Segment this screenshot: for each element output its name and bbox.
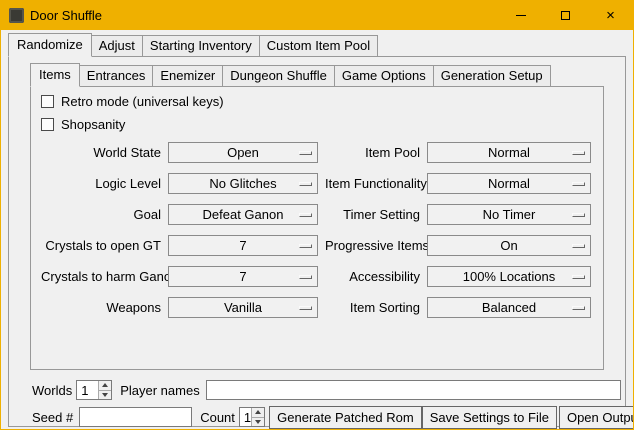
spin-up-button[interactable] — [99, 381, 111, 390]
worlds-row: Worlds 1 Player names — [32, 379, 623, 401]
goal-label: Goal — [41, 207, 161, 222]
spin-down-button[interactable] — [252, 417, 264, 427]
dropdown-indicator-icon — [299, 151, 312, 155]
count-label: Count — [200, 410, 235, 425]
retro-mode-checkbox[interactable]: Retro mode (universal keys) — [41, 94, 593, 109]
spin-up-button[interactable] — [252, 408, 264, 417]
tab-dungeon-shuffle[interactable]: Dungeon Shuffle — [222, 65, 335, 87]
app-icon — [9, 8, 24, 23]
crystals-open-gt-label: Crystals to open GT — [41, 238, 161, 253]
bottom-controls: Worlds 1 Player names Seed # Count — [30, 379, 623, 429]
tab-custom-item-pool[interactable]: Custom Item Pool — [259, 35, 378, 57]
retro-mode-label: Retro mode (universal keys) — [61, 94, 224, 109]
settings-grid: World State Open Item Pool Normal Logic … — [41, 142, 593, 318]
world-state-label: World State — [41, 145, 161, 160]
checkbox-box-icon[interactable] — [41, 118, 54, 131]
accessibility-dropdown[interactable]: 100% Locations — [427, 266, 591, 287]
logic-level-dropdown[interactable]: No Glitches — [168, 173, 318, 194]
count-spinbox[interactable]: 1 — [239, 407, 265, 427]
item-functionality-dropdown[interactable]: Normal — [427, 173, 591, 194]
progressive-items-dropdown[interactable]: On — [427, 235, 591, 256]
player-names-input[interactable] — [206, 380, 621, 400]
sub-tab-bar: Items Entrances Enemizer Dungeon Shuffle… — [30, 63, 623, 86]
seed-row: Seed # Count 1 Generate Patched Rom Save… — [32, 405, 623, 429]
dropdown-indicator-icon — [572, 275, 585, 279]
dropdown-indicator-icon — [299, 275, 312, 279]
arrow-down-icon — [255, 420, 261, 424]
dropdown-indicator-icon — [299, 306, 312, 310]
weapons-dropdown[interactable]: Vanilla — [168, 297, 318, 318]
window-controls: × — [498, 1, 633, 30]
seed-label: Seed # — [32, 410, 73, 425]
close-icon: × — [606, 8, 615, 23]
logic-level-label: Logic Level — [41, 176, 161, 191]
crystals-open-gt-dropdown[interactable]: 7 — [168, 235, 318, 256]
crystals-harm-ganon-dropdown[interactable]: 7 — [168, 266, 318, 287]
tab-randomize[interactable]: Randomize — [8, 33, 92, 57]
timer-setting-dropdown[interactable]: No Timer — [427, 204, 591, 225]
close-button[interactable]: × — [588, 1, 633, 30]
tab-generation-setup[interactable]: Generation Setup — [433, 65, 551, 87]
dropdown-indicator-icon — [572, 244, 585, 248]
dropdown-indicator-icon — [299, 182, 312, 186]
worlds-label: Worlds — [32, 383, 72, 398]
main-tab-bar: Randomize Adjust Starting Inventory Cust… — [8, 33, 633, 56]
minimize-icon — [516, 15, 526, 16]
tab-items[interactable]: Items — [30, 63, 80, 87]
dropdown-indicator-icon — [572, 213, 585, 217]
tab-enemizer[interactable]: Enemizer — [152, 65, 223, 87]
client-area: Randomize Adjust Starting Inventory Cust… — [1, 30, 633, 430]
app-window: Door Shuffle × Randomize Adjust Starting… — [0, 0, 634, 430]
world-state-dropdown[interactable]: Open — [168, 142, 318, 163]
spinner-arrows — [251, 408, 264, 426]
save-settings-button[interactable]: Save Settings to File — [422, 406, 557, 429]
item-pool-dropdown[interactable]: Normal — [427, 142, 591, 163]
item-sorting-label: Item Sorting — [325, 300, 420, 315]
progressive-items-label: Progressive Items — [325, 238, 420, 253]
maximize-icon — [561, 11, 570, 20]
dropdown-indicator-icon — [572, 151, 585, 155]
titlebar: Door Shuffle × — [1, 1, 633, 30]
shopsanity-checkbox[interactable]: Shopsanity — [41, 117, 593, 132]
goal-dropdown[interactable]: Defeat Ganon — [168, 204, 318, 225]
tab-starting-inventory[interactable]: Starting Inventory — [142, 35, 260, 57]
tab-game-options[interactable]: Game Options — [334, 65, 434, 87]
items-panel: Retro mode (universal keys) Shopsanity W… — [30, 86, 604, 370]
crystals-harm-ganon-label: Crystals to harm Ganon — [41, 269, 161, 284]
dropdown-indicator-icon — [572, 306, 585, 310]
arrow-up-icon — [102, 383, 108, 387]
seed-input[interactable] — [79, 407, 192, 427]
window-title: Door Shuffle — [30, 8, 498, 23]
dropdown-indicator-icon — [299, 244, 312, 248]
accessibility-label: Accessibility — [325, 269, 420, 284]
checkbox-box-icon[interactable] — [41, 95, 54, 108]
shopsanity-label: Shopsanity — [61, 117, 125, 132]
weapons-label: Weapons — [41, 300, 161, 315]
randomize-panel: Items Entrances Enemizer Dungeon Shuffle… — [8, 56, 626, 427]
player-names-label: Player names — [120, 383, 199, 398]
dropdown-indicator-icon — [299, 213, 312, 217]
item-sorting-dropdown[interactable]: Balanced — [427, 297, 591, 318]
dropdown-indicator-icon — [572, 182, 585, 186]
worlds-spinbox[interactable]: 1 — [76, 380, 112, 400]
item-pool-label: Item Pool — [325, 145, 420, 160]
minimize-button[interactable] — [498, 1, 543, 30]
tab-adjust[interactable]: Adjust — [91, 35, 143, 57]
maximize-button[interactable] — [543, 1, 588, 30]
tab-entrances[interactable]: Entrances — [79, 65, 154, 87]
arrow-up-icon — [255, 410, 261, 414]
item-functionality-label: Item Functionality — [325, 176, 420, 191]
timer-setting-label: Timer Setting — [325, 207, 420, 222]
spin-down-button[interactable] — [99, 390, 111, 400]
spinner-arrows — [98, 381, 111, 399]
open-output-directory-button[interactable]: Open Output Directory — [559, 406, 634, 429]
generate-patched-rom-button[interactable]: Generate Patched Rom — [269, 406, 422, 429]
arrow-down-icon — [102, 393, 108, 397]
